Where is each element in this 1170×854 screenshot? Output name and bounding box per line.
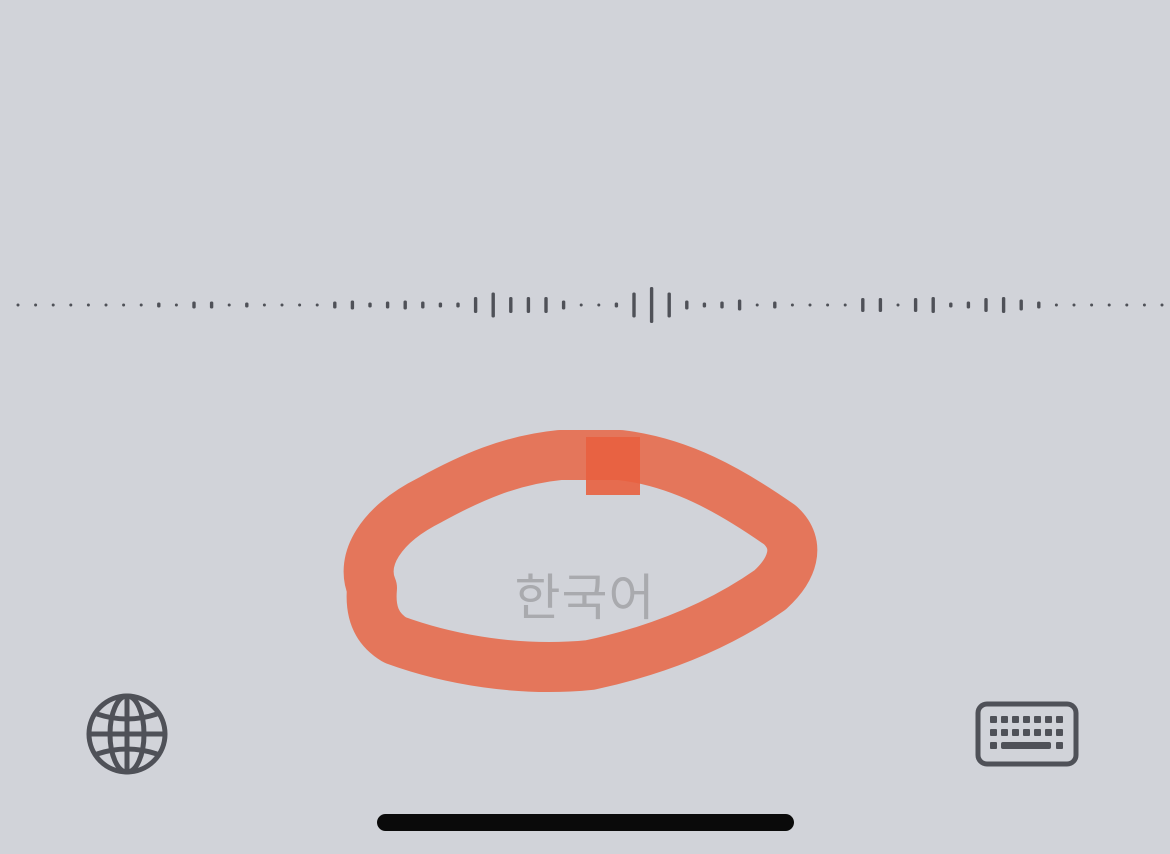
waveform-bar: [262, 303, 266, 307]
waveform-bar: [1037, 301, 1041, 309]
waveform-bar: [843, 303, 847, 307]
waveform-bar: [34, 303, 38, 307]
waveform-bar: [385, 301, 390, 309]
waveform-bar: [579, 303, 583, 307]
waveform-bar: [139, 303, 143, 307]
home-indicator[interactable]: [377, 814, 794, 831]
waveform-bar: [685, 300, 689, 310]
waveform-bar: [878, 298, 883, 312]
waveform-bar: [245, 302, 249, 308]
waveform-bar: [966, 301, 971, 309]
waveform-bar: [1160, 303, 1164, 307]
waveform-bar: [614, 302, 619, 308]
waveform-bar: [104, 303, 108, 307]
waveform-bar: [157, 302, 161, 308]
waveform-bar: [1072, 303, 1076, 307]
waveform-bar: [720, 301, 724, 309]
waveform-bar: [931, 297, 935, 313]
waveform-bar: [544, 297, 548, 313]
waveform-bar: [421, 301, 425, 309]
waveform-bar: [526, 297, 531, 313]
waveform-bar: [280, 303, 284, 307]
waveform-bar: [949, 302, 953, 308]
dictation-language-label: 한국어: [514, 569, 656, 627]
waveform-bar: [632, 292, 636, 318]
waveform-bar: [86, 303, 90, 307]
waveform-bar: [122, 303, 126, 307]
waveform-bar: [790, 303, 794, 307]
waveform-bar: [403, 300, 407, 310]
waveform-bar: [913, 298, 918, 312]
waveform-bar: [473, 297, 478, 313]
waveform-bar: [16, 303, 20, 307]
waveform-bar: [861, 298, 865, 312]
waveform-bar: [1142, 303, 1146, 307]
waveform-bar: [174, 303, 178, 307]
keyboard-icon[interactable]: [974, 700, 1080, 770]
waveform-bar: [561, 300, 566, 310]
waveform-bar: [69, 303, 73, 307]
waveform-bar: [1107, 303, 1111, 307]
waveform-bar: [368, 302, 372, 308]
waveform-bar: [755, 303, 759, 307]
waveform-bar: [491, 292, 495, 318]
waveform-bar: [227, 303, 231, 307]
waveform-bar: [773, 301, 777, 309]
waveform-bar: [1090, 303, 1094, 307]
waveform-bar: [667, 292, 671, 318]
waveform-bar: [333, 301, 337, 309]
waveform-bar: [438, 302, 443, 308]
waveform-bar: [826, 303, 830, 307]
waveform-bar: [1001, 297, 1006, 313]
waveform-bar: [597, 303, 601, 307]
waveform-bar: [51, 303, 55, 307]
waveform-bar: [192, 301, 196, 309]
waveform-bar: [808, 303, 812, 307]
waveform-bar: [984, 298, 988, 312]
waveform-bar: [209, 301, 214, 309]
dictation-waveform: [16, 287, 1164, 323]
waveform-bar: [350, 300, 355, 310]
waveform-bar: [649, 287, 654, 323]
waveform-bar: [1019, 299, 1023, 311]
globe-icon[interactable]: [84, 691, 170, 777]
waveform-bar: [315, 303, 319, 307]
waveform-bar: [456, 302, 460, 308]
waveform-bar: [298, 303, 302, 307]
waveform-bar: [737, 299, 742, 311]
waveform-bar: [1125, 303, 1129, 307]
waveform-bar: [896, 303, 900, 307]
waveform-bar: [1054, 303, 1058, 307]
waveform-bar: [509, 297, 513, 313]
waveform-bar: [702, 302, 707, 308]
